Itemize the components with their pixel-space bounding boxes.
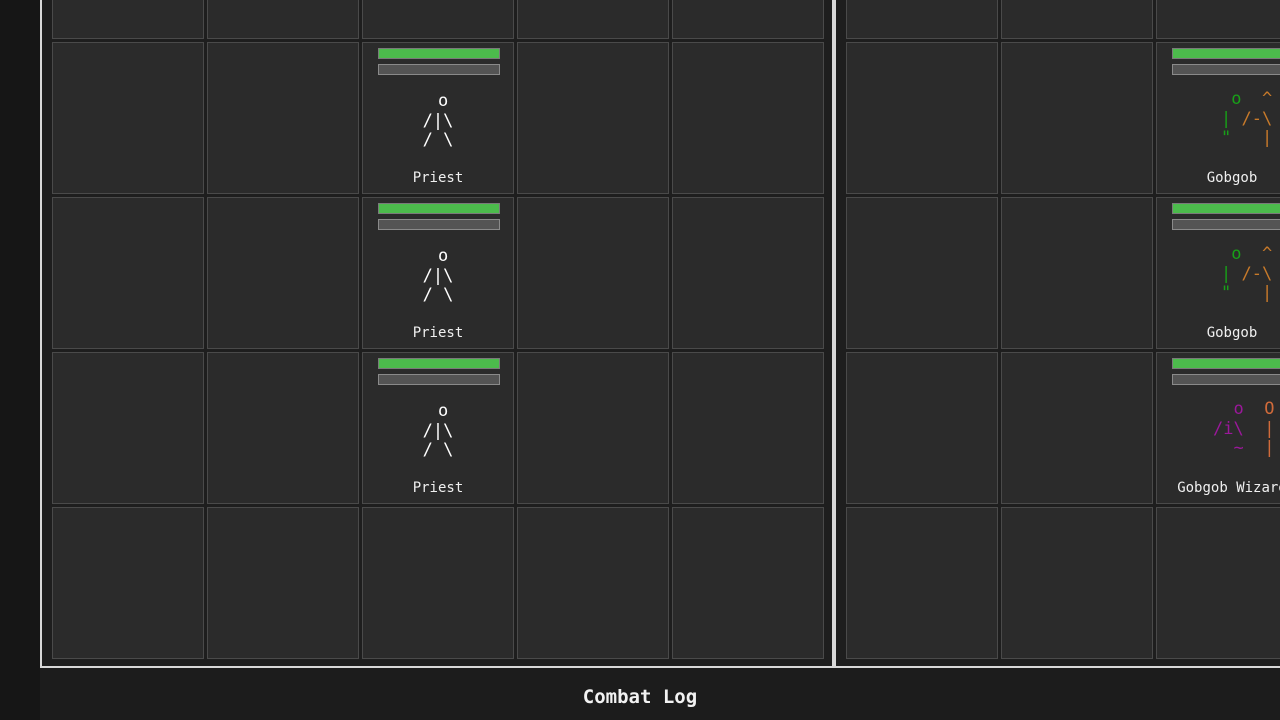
grid-cell[interactable] (846, 197, 998, 349)
grid-cell[interactable] (362, 0, 514, 39)
unit-name: Gobgob Wizard (1177, 480, 1280, 496)
grid-cell[interactable] (672, 42, 824, 194)
combat-log-title: Combat Log (582, 686, 698, 708)
health-bar (378, 358, 500, 369)
enemy-board: o ^ | /-\ " | Gobgob o ^ | /-\ " | Gobgo… (834, 0, 1280, 668)
grid-cell[interactable] (52, 42, 204, 194)
grid-cell[interactable] (1156, 507, 1280, 659)
grid-cell[interactable] (52, 352, 204, 504)
grid-cell[interactable] (207, 352, 359, 504)
unit-cell-priest[interactable]: o /|\ / \ Priest (362, 42, 514, 194)
unit-cell-gobgob[interactable]: o ^ | /-\ " | Gobgob (1156, 42, 1280, 194)
grid-cell[interactable] (672, 0, 824, 39)
unit-name: Gobgob (1206, 170, 1258, 186)
mana-bar (378, 219, 500, 230)
game-screen: o /|\ / \ Priest o /|\ / \ Priest o /|\ … (0, 0, 1280, 720)
priest-sprite: o /|\ / \ (422, 401, 454, 460)
player-board: o /|\ / \ Priest o /|\ / \ Priest o /|\ … (40, 0, 834, 668)
grid-cell[interactable] (846, 42, 998, 194)
grid-cell[interactable] (846, 507, 998, 659)
mana-bar (378, 374, 500, 385)
grid-cell[interactable] (207, 507, 359, 659)
unit-name: Gobgob (1206, 325, 1258, 341)
priest-sprite: o /|\ / \ (422, 91, 454, 150)
unit-name: Priest (412, 170, 464, 186)
unit-cell-gobgob[interactable]: o ^ | /-\ " | Gobgob (1156, 197, 1280, 349)
mana-bar (1172, 64, 1280, 75)
left-margin (0, 0, 40, 720)
health-bar (1172, 48, 1280, 59)
grid-cell[interactable] (52, 0, 204, 39)
mana-bar (378, 64, 500, 75)
health-bar (1172, 358, 1280, 369)
unit-name: Priest (412, 480, 464, 496)
health-bar (1172, 203, 1280, 214)
grid-cell[interactable] (517, 0, 669, 39)
gobgob-sprite: o ^ | /-\ " | (1221, 244, 1273, 303)
mana-bar (1172, 219, 1280, 230)
priest-sprite: o /|\ / \ (422, 246, 454, 305)
grid-cell[interactable] (1001, 352, 1153, 504)
unit-cell-gobgob-wizard[interactable]: o O /i\ | ~ | Gobgob Wizard (1156, 352, 1280, 504)
grid-cell[interactable] (846, 0, 998, 39)
grid-cell[interactable] (517, 352, 669, 504)
grid-cell[interactable] (517, 197, 669, 349)
grid-cell[interactable] (207, 197, 359, 349)
gobgob-sprite: o ^ | /-\ " | (1221, 89, 1273, 148)
gobgob-wizard-sprite: o O /i\ | ~ | (1213, 399, 1275, 458)
grid-cell[interactable] (207, 0, 359, 39)
grid-cell[interactable] (1001, 197, 1153, 349)
grid-cell[interactable] (517, 507, 669, 659)
grid-cell[interactable] (1001, 42, 1153, 194)
unit-cell-priest[interactable]: o /|\ / \ Priest (362, 197, 514, 349)
grid-cell[interactable] (672, 197, 824, 349)
grid-cell[interactable] (672, 507, 824, 659)
health-bar (378, 48, 500, 59)
grid-cell[interactable] (52, 197, 204, 349)
unit-cell-priest[interactable]: o /|\ / \ Priest (362, 352, 514, 504)
grid-cell[interactable] (52, 507, 204, 659)
grid-cell[interactable] (1001, 0, 1153, 39)
health-bar (378, 203, 500, 214)
grid-cell[interactable] (362, 507, 514, 659)
grid-cell[interactable] (1156, 0, 1280, 39)
unit-name: Priest (412, 325, 464, 341)
grid-cell[interactable] (672, 352, 824, 504)
grid-cell[interactable] (846, 352, 998, 504)
grid-cell[interactable] (517, 42, 669, 194)
grid-cell[interactable] (207, 42, 359, 194)
grid-cell[interactable] (1001, 507, 1153, 659)
mana-bar (1172, 374, 1280, 385)
